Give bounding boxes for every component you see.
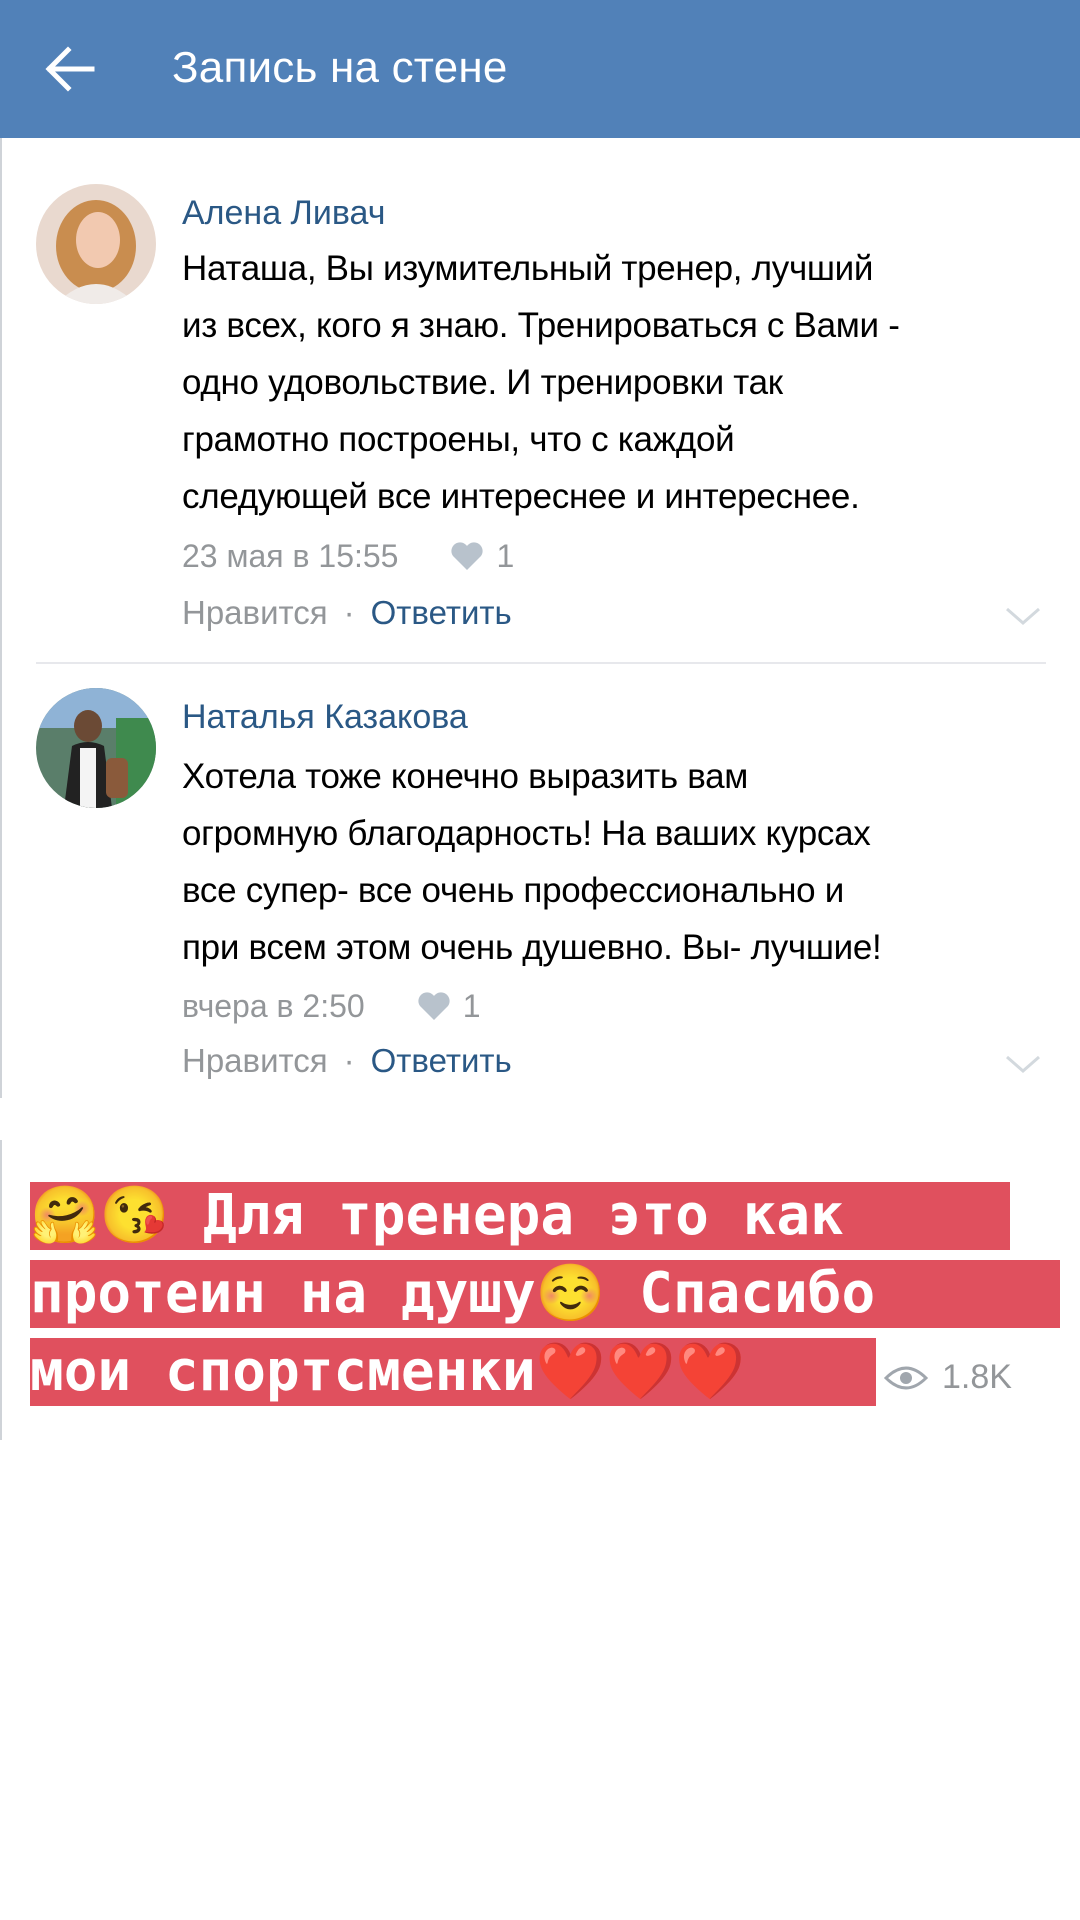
reply-button[interactable]: Ответить — [371, 592, 512, 634]
chevron-down-icon[interactable] — [1003, 1052, 1043, 1076]
like-button[interactable]: Нравится — [182, 592, 328, 634]
back-button[interactable] — [40, 42, 104, 96]
view-counter: 1.8K — [884, 1358, 1012, 1397]
comment-divider — [36, 662, 1046, 664]
comment-time: вчера в 2:50 — [182, 988, 365, 1024]
eye-icon — [884, 1366, 928, 1389]
screenshot-edge — [0, 138, 2, 1098]
reply-button[interactable]: Ответить — [371, 1040, 512, 1082]
comment-line: грамотно построены, что с каждой — [182, 420, 735, 459]
comment-line: одно удовольствие. И тренировки так — [182, 363, 783, 402]
comment-line: следующей все интереснее и интереснее. — [182, 477, 860, 516]
comment-line: Хотела тоже конечно выразить вам — [182, 757, 749, 796]
like-count: 1 — [417, 986, 480, 1026]
comment-line: все супер- все очень профессионально и — [182, 871, 845, 910]
arrow-left-icon — [45, 46, 95, 92]
view-count: 1.8K — [942, 1358, 1012, 1396]
like-button[interactable]: Нравится — [182, 1040, 328, 1082]
comment-author[interactable]: Алена Ливач — [182, 192, 385, 234]
avatar[interactable] — [36, 184, 156, 304]
caption-line: протеин на душу☺️ Спасибо — [30, 1260, 1060, 1328]
comment-actions: Нравится · Ответить — [182, 592, 512, 634]
comment-author[interactable]: Наталья Казакова — [182, 696, 468, 738]
avatar[interactable] — [36, 688, 156, 808]
comment-line: Наташа, Вы изумительный тренер, лучший — [182, 249, 874, 288]
caption-line: 🤗😘 Для тренера это как — [30, 1182, 1010, 1250]
comment-line: при всем этом очень душевно. Вы- лучшие! — [182, 928, 882, 967]
chevron-down-icon[interactable] — [1003, 604, 1043, 628]
page-title: Запись на стене — [172, 43, 508, 92]
comment-line: огромную благодарность! На ваших курсах — [182, 814, 871, 853]
comment-text: Хотела тоже конечно выразить вам огромну… — [182, 748, 1044, 976]
comment-text: Наташа, Вы изумительный тренер, лучший и… — [182, 240, 1044, 525]
comment-line: из всех, кого я знаю. Тренироваться с Ва… — [182, 306, 900, 345]
app-header: Запись на стене — [0, 0, 1080, 138]
caption-line: мои спортсменки❤️❤️❤️ — [30, 1338, 876, 1406]
comment-time: 23 мая в 15:55 — [182, 538, 399, 574]
heart-icon — [418, 992, 450, 1020]
separator-dot: · — [343, 594, 355, 631]
like-count: 1 — [450, 536, 514, 576]
comment-actions: Нравится · Ответить — [182, 1040, 512, 1082]
heart-icon — [451, 542, 484, 570]
separator-dot: · — [343, 1042, 355, 1079]
comment-meta: вчера в 2:50 1 — [182, 986, 480, 1026]
screenshot-edge — [0, 1140, 2, 1440]
comment-meta: 23 мая в 15:55 1 — [182, 536, 514, 576]
